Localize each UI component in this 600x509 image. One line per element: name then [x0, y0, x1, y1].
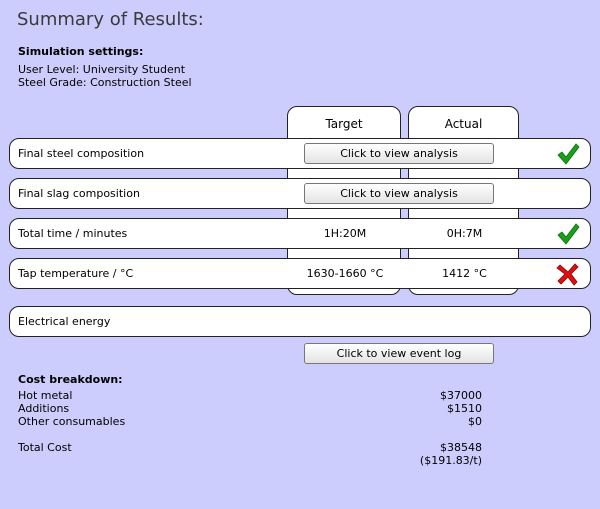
total-cost-value: $38548 [440, 441, 482, 454]
target-value: 1H:20M [323, 227, 367, 240]
target-column-header: Target [325, 117, 363, 131]
row-label: Tap temperature / °C [18, 267, 134, 280]
view-steel-analysis-button[interactable]: Click to view analysis [304, 143, 494, 164]
cost-label: Additions [18, 402, 70, 415]
row-tap-temperature: Tap temperature / °C 1630-1660 °C 1412 °… [9, 258, 591, 289]
actual-value: 0H:7M [446, 227, 483, 240]
check-icon [557, 223, 580, 245]
cost-value: $0 [468, 415, 482, 428]
cost-header: Cost breakdown: [18, 373, 123, 386]
row-electrical-energy: Electrical energy [9, 306, 591, 337]
view-slag-analysis-button[interactable]: Click to view analysis [304, 183, 494, 204]
user-level: User Level: University Student [18, 63, 186, 76]
target-value: 1630-1660 °C [306, 267, 384, 280]
row-slag-composition: Final slag composition Click to view ana… [9, 178, 591, 209]
page-title: Summary of Results: [17, 9, 204, 30]
cost-line: Additions $1510 [18, 402, 488, 415]
row-label: Final steel composition [18, 147, 145, 160]
cost-breakdown: Cost breakdown: Hot metal $37000 Additio… [18, 373, 488, 467]
simulation-settings: Simulation settings: User Level: Univers… [18, 45, 192, 89]
actual-column-header: Actual [444, 117, 483, 131]
check-icon [557, 143, 580, 165]
per-tonne-line: ($191.83/t) [18, 454, 488, 467]
steel-grade: Steel Grade: Construction Steel [18, 76, 192, 89]
settings-header: Simulation settings: [18, 45, 144, 58]
cost-line: Hot metal $37000 [18, 389, 488, 402]
cost-value: $1510 [447, 402, 482, 415]
row-label: Electrical energy [18, 315, 111, 328]
row-label: Final slag composition [18, 187, 140, 200]
cross-icon [556, 263, 579, 286]
actual-value: 1412 °C [442, 267, 487, 280]
cost-value: $37000 [440, 389, 482, 402]
row-total-time: Total time / minutes 1H:20M 0H:7M [9, 218, 591, 249]
total-cost-label: Total Cost [18, 441, 72, 454]
row-steel-composition: Final steel composition Click to view an… [9, 138, 591, 169]
view-event-log-button[interactable]: Click to view event log [304, 343, 494, 364]
row-label: Total time / minutes [18, 227, 128, 240]
cost-label: Hot metal [18, 389, 73, 402]
total-cost-line: Total Cost $38548 [18, 441, 488, 454]
cost-label: Other consumables [18, 415, 126, 428]
cost-per-tonne: ($191.83/t) [419, 454, 482, 467]
cost-line: Other consumables $0 [18, 415, 488, 428]
